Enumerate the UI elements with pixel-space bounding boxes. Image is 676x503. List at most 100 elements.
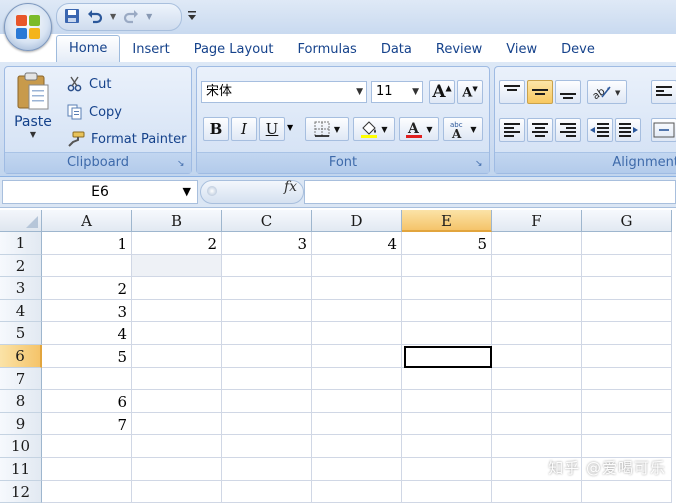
cell-e3[interactable]: [402, 277, 492, 300]
row-header-8[interactable]: 8: [0, 390, 42, 413]
font-color-button[interactable]: A ▼: [399, 117, 439, 141]
name-box[interactable]: E6 ▼: [2, 180, 198, 204]
fill-color-button[interactable]: ▼: [353, 117, 395, 141]
resize-handle-icon[interactable]: [207, 186, 217, 196]
borders-button[interactable]: ▼: [305, 117, 349, 141]
cell-g1[interactable]: [582, 232, 672, 255]
tab-insert[interactable]: Insert: [120, 38, 181, 62]
cell-d5[interactable]: [312, 322, 402, 345]
cell-c1[interactable]: 3: [222, 232, 312, 255]
cell-a1[interactable]: 1: [42, 232, 132, 255]
tab-data[interactable]: Data: [369, 38, 424, 62]
cell-e10[interactable]: [402, 435, 492, 458]
italic-button[interactable]: I: [231, 117, 257, 141]
cell-d1[interactable]: 4: [312, 232, 402, 255]
insert-function-icon[interactable]: fx: [284, 179, 297, 195]
top-align-button[interactable]: [499, 80, 525, 104]
column-header-f[interactable]: F: [492, 210, 582, 232]
cell-c2[interactable]: [222, 254, 312, 278]
cell-b8[interactable]: [132, 390, 222, 413]
undo-dropdown-icon[interactable]: ▼: [110, 6, 116, 26]
font-name-combo[interactable]: 宋体 ▼: [201, 81, 367, 103]
cell-d4[interactable]: [312, 299, 402, 323]
cell-g9[interactable]: [582, 412, 672, 436]
cell-d2[interactable]: [312, 254, 402, 278]
tab-page-layout[interactable]: Page Layout: [182, 38, 286, 62]
select-all-corner[interactable]: [0, 210, 42, 232]
cell-f6[interactable]: [492, 345, 582, 368]
cell-d6[interactable]: [312, 345, 402, 368]
row-header-6[interactable]: 6: [0, 345, 42, 368]
column-header-d[interactable]: D: [312, 210, 402, 232]
underline-button[interactable]: U: [259, 117, 285, 141]
cell-f3[interactable]: [492, 277, 582, 300]
formula-input[interactable]: [304, 180, 676, 204]
underline-dropdown-icon[interactable]: ▼: [287, 123, 293, 132]
cell-a6[interactable]: 5: [42, 345, 132, 368]
undo-icon[interactable]: [84, 6, 106, 26]
bottom-align-button[interactable]: [555, 80, 581, 104]
cell-d9[interactable]: [312, 412, 402, 436]
row-header-9[interactable]: 9: [0, 412, 42, 436]
cell-a8[interactable]: 6: [42, 390, 132, 413]
cell-b11[interactable]: [132, 458, 222, 481]
orientation-button[interactable]: ab ▼: [587, 80, 627, 104]
align-center-button[interactable]: [527, 118, 553, 142]
cell-b10[interactable]: [132, 435, 222, 458]
column-header-b[interactable]: B: [132, 210, 222, 232]
redo-icon[interactable]: [120, 6, 142, 26]
cell-g4[interactable]: [582, 299, 672, 323]
tab-home[interactable]: Home: [56, 35, 121, 62]
shrink-font-button[interactable]: A▼: [457, 80, 483, 104]
decrease-indent-button[interactable]: [587, 118, 613, 142]
cell-g10[interactable]: [582, 435, 672, 458]
row-header-10[interactable]: 10: [0, 435, 42, 458]
cell-g3[interactable]: [582, 277, 672, 300]
cell-a4[interactable]: 3: [42, 299, 132, 323]
cell-f2[interactable]: [492, 254, 582, 278]
copy-button[interactable]: Copy: [67, 101, 122, 123]
row-header-5[interactable]: 5: [0, 322, 42, 345]
cell-g7[interactable]: [582, 367, 672, 391]
cut-button[interactable]: Cut: [67, 73, 111, 95]
cell-c4[interactable]: [222, 299, 312, 323]
cell-a2[interactable]: [42, 254, 132, 278]
cell-c8[interactable]: [222, 390, 312, 413]
row-header-4[interactable]: 4: [0, 299, 42, 323]
cell-c9[interactable]: [222, 412, 312, 436]
tab-formulas[interactable]: Formulas: [285, 38, 368, 62]
tab-review[interactable]: Review: [424, 38, 494, 62]
align-left-button[interactable]: [499, 118, 525, 142]
column-header-e[interactable]: E: [402, 210, 492, 232]
cell-d10[interactable]: [312, 435, 402, 458]
cell-b9[interactable]: [132, 412, 222, 436]
cell-f5[interactable]: [492, 322, 582, 345]
phonetic-guide-button[interactable]: abc A ▼: [443, 117, 483, 141]
clipboard-launcher-icon[interactable]: ↘: [177, 159, 187, 169]
cell-d3[interactable]: [312, 277, 402, 300]
font-launcher-icon[interactable]: ↘: [475, 159, 485, 169]
cell-e11[interactable]: [402, 458, 492, 481]
customize-icon[interactable]: [186, 6, 198, 26]
align-right-button[interactable]: [555, 118, 581, 142]
row-header-7[interactable]: 7: [0, 367, 42, 391]
cell-f1[interactable]: [492, 232, 582, 255]
merge-center-button[interactable]: [651, 118, 676, 142]
redo-dropdown-icon[interactable]: ▼: [146, 6, 152, 26]
row-header-3[interactable]: 3: [0, 277, 42, 300]
save-icon[interactable]: [64, 6, 80, 26]
cell-d11[interactable]: [312, 458, 402, 481]
cell-e2[interactable]: [402, 254, 492, 278]
row-header-2[interactable]: 2: [0, 254, 42, 278]
row-header-11[interactable]: 11: [0, 458, 42, 481]
column-header-c[interactable]: C: [222, 210, 312, 232]
increase-indent-button[interactable]: [615, 118, 641, 142]
cell-b2[interactable]: [132, 254, 222, 278]
cell-d7[interactable]: [312, 367, 402, 391]
column-header-a[interactable]: A: [42, 210, 132, 232]
cell-f10[interactable]: [492, 435, 582, 458]
cell-e4[interactable]: [402, 299, 492, 323]
cell-g6[interactable]: [582, 345, 672, 368]
cell-c10[interactable]: [222, 435, 312, 458]
paste-dropdown-icon[interactable]: ▼: [11, 130, 55, 139]
